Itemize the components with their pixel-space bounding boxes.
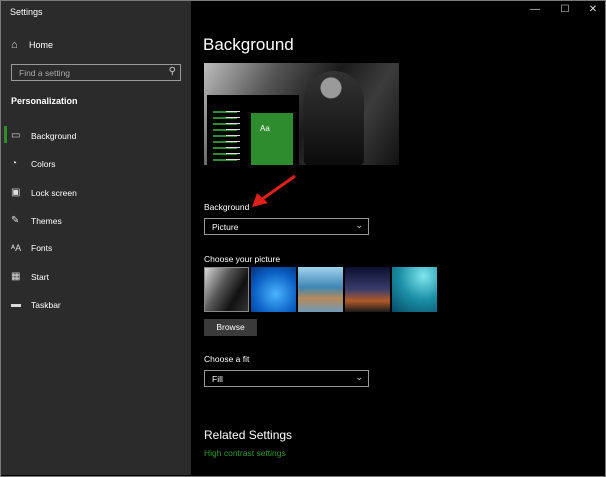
start-icon: ▦ [11,271,21,282]
maximize-button[interactable]: ☐ [555,4,575,15]
preview-tiles [251,113,293,165]
fit-dropdown-value: Fill [212,374,223,384]
sidebar-item-fonts[interactable]: ᴬA Fonts [11,243,52,253]
red-arrow-annotation [252,174,296,207]
fit-label: Choose a fit [204,354,250,364]
themes-icon: ✎ [11,215,20,226]
page-title: Background [203,35,294,54]
sidebar-item-background[interactable]: ▭ Background [11,130,76,141]
choose-picture-label: Choose your picture [204,254,281,264]
picture-thumbnails [204,267,437,312]
active-indicator [4,126,7,143]
preview-app-list-text [226,111,240,161]
sidebar-item-label: Fonts [31,243,53,253]
sidebar-item-label: Lock screen [31,187,77,198]
picture-thumbnail[interactable] [345,267,390,312]
chevron-down-icon: ⌄ [355,372,363,382]
home-icon: ⌂ [11,39,18,51]
background-preview: Aa [204,63,399,165]
picture-thumbnail[interactable] [298,267,343,312]
preview-figure [304,71,364,165]
preview-tile-text: Aa [260,124,270,133]
high-contrast-link[interactable]: High contrast settings [204,448,286,458]
search-icon[interactable]: ⚲ [169,66,176,77]
picture-thumbnail[interactable] [251,267,296,312]
search-placeholder: Find a setting [19,68,71,78]
sidebar-item-colors[interactable]: ◔ Colors [11,158,56,169]
related-settings-heading: Related Settings [204,428,293,442]
sidebar-item-label: Background [31,130,77,141]
arrow-shaft [260,174,296,202]
home-nav-item[interactable]: ⌂ Home [11,39,53,51]
background-dropdown-value: Picture [212,222,239,232]
picture-thumbnail[interactable] [392,267,437,312]
taskbar-icon: ▬ [11,299,21,310]
picture-thumbnail[interactable] [204,267,249,312]
window-title: Settings [10,7,43,17]
sidebar-item-label: Colors [31,158,56,169]
sidebar-item-label: Themes [31,215,62,226]
main-content: — ☐ ✕ Background Aa Background Picture ⌄… [191,1,604,475]
sidebar-item-label: Taskbar [31,299,61,310]
sidebar-item-label: Start [31,271,49,282]
section-title: Personalization [11,96,78,106]
sidebar-item-lock-screen[interactable]: ▣ Lock screen [11,187,77,198]
sidebar-item-themes[interactable]: ✎ Themes [11,215,62,226]
sidebar-item-start[interactable]: ▦ Start [11,271,49,282]
palette-icon: ◔ [11,158,18,169]
fit-dropdown[interactable]: Fill ⌄ [204,370,369,387]
sidebar: Settings ⌂ Home Find a setting ⚲ Persona… [1,1,191,475]
fonts-icon: ᴬA [11,243,22,253]
home-label: Home [29,40,54,50]
lock-screen-icon: ▣ [11,187,21,198]
search-input[interactable]: Find a setting ⚲ [11,64,181,81]
minimize-button[interactable]: — [525,4,545,15]
chevron-down-icon: ⌄ [355,220,363,230]
browse-button[interactable]: Browse [204,319,257,336]
sidebar-item-taskbar[interactable]: ▬ Taskbar [11,299,61,310]
background-label: Background [204,202,250,212]
background-dropdown[interactable]: Picture ⌄ [204,218,369,235]
picture-icon: ▭ [11,130,21,141]
close-button[interactable]: ✕ [583,4,603,15]
